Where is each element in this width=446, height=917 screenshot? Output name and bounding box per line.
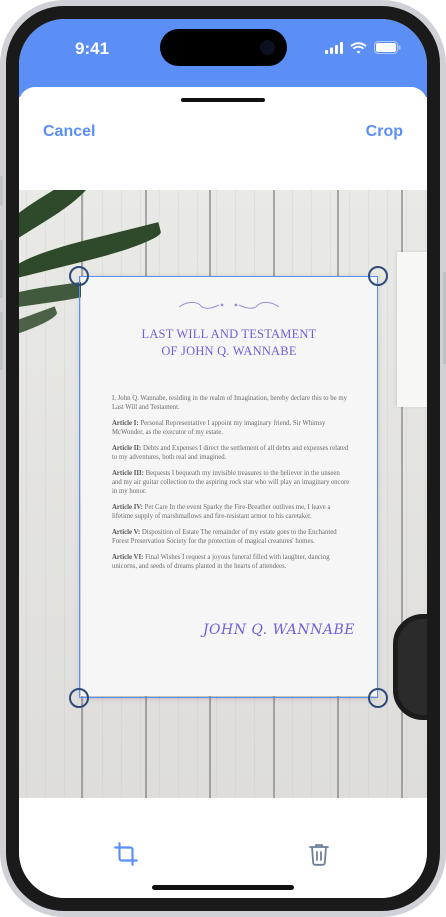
screen: 9:41 Cancel Crop LAST WILL AND TESTAMENT…	[19, 19, 427, 898]
article-text: Disposition of Estate The remainder of m…	[112, 529, 337, 545]
signature: JOHN Q. WANNABE	[202, 622, 355, 638]
article-text: Final Wishes I request a joyous funeral …	[112, 554, 330, 570]
crop-handle-top-right[interactable]	[368, 266, 388, 286]
title-line-2: OF JOHN Q. WANNABE	[161, 344, 297, 358]
background-paper	[397, 252, 427, 407]
crop-icon[interactable]	[111, 839, 141, 869]
trash-icon[interactable]	[304, 839, 334, 869]
scanned-photo: LAST WILL AND TESTAMENT OF JOHN Q. WANNA…	[19, 190, 427, 798]
phone-frame: 9:41 Cancel Crop LAST WILL AND TESTAMENT…	[0, 0, 446, 917]
document-title: LAST WILL AND TESTAMENT OF JOHN Q. WANNA…	[81, 326, 377, 360]
article-paragraph: Article IV: Pet Care In the event Sparky…	[112, 503, 351, 521]
article-heading: Article I:	[112, 420, 139, 427]
article-text: Pet Care In the event Sparky the Fire-Br…	[112, 504, 331, 520]
document-page: LAST WILL AND TESTAMENT OF JOHN Q. WANNA…	[81, 276, 377, 696]
article-heading: Article VI:	[112, 554, 144, 561]
battery-icon	[374, 41, 401, 54]
status-icons	[325, 41, 401, 54]
crop-sheet: Cancel Crop LAST WILL AND TESTAMENT OF J…	[19, 87, 427, 898]
article-text: Debts and Expenses I direct the settleme…	[112, 445, 349, 461]
signal-icon	[325, 41, 343, 54]
status-bar: 9:41	[19, 19, 427, 97]
volume-down-button	[0, 312, 3, 370]
article-heading: Article IV:	[112, 504, 143, 511]
article-paragraph: Article III: Bequests I bequeath my invi…	[112, 469, 351, 496]
document-body: I, John Q. Wannabe, residing in the real…	[112, 394, 351, 578]
cancel-button[interactable]: Cancel	[43, 123, 95, 141]
dynamic-island	[160, 29, 287, 66]
volume-up-button	[0, 240, 3, 298]
article-paragraph: Article II: Debts and Expenses I direct …	[112, 444, 351, 462]
article-paragraph: Article I: Personal Representative I app…	[112, 419, 351, 437]
title-line-1: LAST WILL AND TESTAMENT	[141, 327, 317, 341]
article-heading: Article III:	[112, 470, 144, 477]
crop-button[interactable]: Crop	[366, 123, 403, 141]
article-paragraph: Article VI: Final Wishes I request a joy…	[112, 553, 351, 571]
sheet-grabber[interactable]	[181, 98, 265, 102]
background-object	[393, 614, 427, 720]
flourish-ornament	[178, 301, 280, 309]
document-intro: I, John Q. Wannabe, residing in the real…	[112, 395, 348, 411]
wifi-icon	[350, 41, 367, 54]
status-time: 9:41	[75, 39, 110, 58]
crop-handle-top-left[interactable]	[69, 266, 89, 286]
camera-icon	[260, 40, 275, 55]
article-text: Personal Representative I appoint my ima…	[112, 420, 326, 436]
action-button	[0, 176, 3, 206]
article-heading: Article V:	[112, 529, 141, 536]
crop-handle-bottom-left[interactable]	[69, 688, 89, 708]
crop-handle-bottom-right[interactable]	[368, 688, 388, 708]
article-paragraph: Article V: Disposition of Estate The rem…	[112, 528, 351, 546]
home-indicator[interactable]	[152, 885, 294, 890]
article-text: Bequests I bequeath my invisible treasur…	[112, 470, 350, 495]
article-heading: Article II:	[112, 445, 142, 452]
